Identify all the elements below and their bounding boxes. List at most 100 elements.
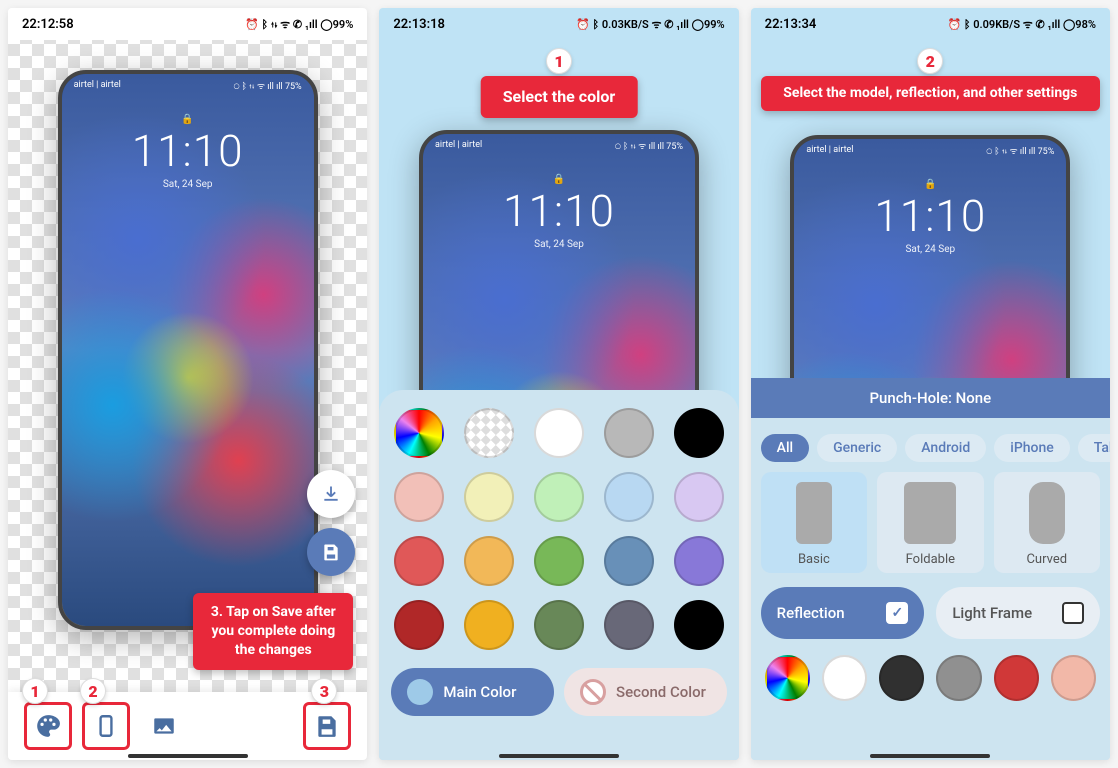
light-frame-toggle[interactable]: Light Frame xyxy=(936,587,1100,639)
reflection-toggle[interactable]: Reflection ✓ xyxy=(761,587,925,639)
color-swatch[interactable] xyxy=(534,536,584,586)
save-button[interactable] xyxy=(305,704,349,748)
mockup-carrier: airtel | airtel xyxy=(435,140,482,150)
step-badge: 2 xyxy=(917,48,943,74)
status-bar: 22:13:34 ⏰ ᛒ 0.09KB/S ᯤ ✆ ₁ıll ◯98% xyxy=(751,8,1110,40)
step-badge-2: 2 xyxy=(80,678,106,704)
main-color-button[interactable]: Main Color xyxy=(391,668,554,716)
main-color-label: Main Color xyxy=(443,683,516,701)
frame-color-swatch[interactable] xyxy=(936,655,981,701)
mockup-time: 11:10 xyxy=(62,125,314,177)
frame-color-swatch[interactable] xyxy=(994,655,1039,701)
filter-chip[interactable]: Generic xyxy=(817,434,897,462)
screen-model-settings: 22:13:34 ⏰ ᛒ 0.09KB/S ᯤ ✆ ₁ıll ◯98% 2 Se… xyxy=(751,8,1110,760)
color-swatch[interactable] xyxy=(674,408,724,458)
model-card[interactable]: Curved xyxy=(994,472,1100,573)
filter-chip[interactable]: Android xyxy=(905,434,986,462)
model-label: Basic xyxy=(798,552,830,567)
model-card[interactable]: Basic xyxy=(761,472,867,573)
settings-panel: Punch-Hole: None All Generic Android iPhone… xyxy=(751,378,1110,760)
filter-chip[interactable]: iPhone xyxy=(994,434,1070,462)
model-label: Foldable xyxy=(906,552,955,567)
status-icons: ⏰ ᛒ 0.09KB/S ᯤ ✆ ₁ıll ◯98% xyxy=(947,17,1096,32)
color-swatch[interactable] xyxy=(534,600,584,650)
mockup-status-bar: airtel | airtel ◯ ᛒ ⇅ ᯤ ıll ıll 75% xyxy=(423,134,695,156)
status-icons: ⏰ ᛒ ⇅ ᯤ ✆ ₁ıll ◯99% xyxy=(245,17,353,32)
model-icon xyxy=(796,482,832,544)
mockup-date: Sat, 24 Sep xyxy=(423,239,695,250)
mockup-time: 11:10 xyxy=(423,185,695,237)
device-button[interactable] xyxy=(84,704,128,748)
mockup-carrier: airtel | airtel xyxy=(806,145,853,155)
frame-color-swatch[interactable] xyxy=(879,655,924,701)
model-row: Basic Foldable Curved xyxy=(751,472,1110,587)
model-icon xyxy=(1029,482,1065,544)
filter-chip[interactable]: All xyxy=(761,434,809,462)
status-time: 22:13:18 xyxy=(393,17,445,32)
second-color-button[interactable]: Second Color xyxy=(564,668,727,716)
mockup-date: Sat, 24 Sep xyxy=(62,179,314,190)
image-button[interactable] xyxy=(142,704,186,748)
color-swatch[interactable] xyxy=(464,472,514,522)
mockup-carrier: airtel | airtel xyxy=(74,80,121,90)
frame-color-row xyxy=(751,655,1110,701)
status-bar: 22:13:18 ⏰ ᛒ 0.03KB/S ᯤ ✆ ₁ıll ◯99% xyxy=(379,8,738,40)
color-swatch[interactable] xyxy=(534,472,584,522)
second-color-dot xyxy=(580,679,606,705)
reflection-label: Reflection xyxy=(777,604,845,622)
color-swatch[interactable] xyxy=(604,408,654,458)
save-fab-button[interactable] xyxy=(307,528,355,576)
color-swatch[interactable] xyxy=(534,408,584,458)
second-color-label: Second Color xyxy=(616,683,706,701)
status-time: 22:13:34 xyxy=(765,17,817,32)
color-swatch[interactable] xyxy=(674,536,724,586)
status-icons: ⏰ ᛒ 0.03KB/S ᯤ ✆ ₁ıll ◯99% xyxy=(576,17,725,32)
color-swatch[interactable] xyxy=(604,472,654,522)
fab-column xyxy=(307,470,355,576)
mockup-time: 11:10 xyxy=(794,190,1066,242)
model-icon xyxy=(904,482,956,544)
color-swatch[interactable] xyxy=(464,536,514,586)
screen-edit: 22:12:58 ⏰ ᛒ ⇅ ᯤ ✆ ₁ıll ◯99% airtel | ai… xyxy=(8,8,367,760)
mockup-lockscreen: 🔒 11:10 Sat, 24 Sep xyxy=(62,114,314,190)
swatch-grid xyxy=(391,408,726,650)
download-button[interactable] xyxy=(307,470,355,518)
frame-color-swatch[interactable] xyxy=(1051,655,1096,701)
color-swatch[interactable] xyxy=(394,408,444,458)
callout-save: 3. Tap on Save after you complete doing … xyxy=(193,593,353,670)
model-card[interactable]: Foldable xyxy=(877,472,983,573)
mockup-lockscreen: 🔒 11:10 Sat, 24 Sep xyxy=(423,174,695,250)
color-swatch[interactable] xyxy=(604,536,654,586)
main-color-dot xyxy=(407,679,433,705)
color-swatch[interactable] xyxy=(674,600,724,650)
callout-color: Select the color xyxy=(481,76,638,118)
status-time: 22:12:58 xyxy=(22,17,74,32)
color-swatch[interactable] xyxy=(394,600,444,650)
step-badge: 1 xyxy=(546,48,572,74)
checkbox-on-icon: ✓ xyxy=(886,602,908,624)
color-swatch[interactable] xyxy=(394,472,444,522)
color-swatch[interactable] xyxy=(674,472,724,522)
mockup-lockscreen: 🔒 11:10 Sat, 24 Sep xyxy=(794,179,1066,255)
lock-icon: 🔒 xyxy=(62,114,314,125)
nav-pill xyxy=(870,754,990,758)
mockup-date: Sat, 24 Sep xyxy=(794,244,1066,255)
frame-color-swatch[interactable] xyxy=(765,655,810,701)
color-swatch[interactable] xyxy=(464,408,514,458)
frame-color-swatch[interactable] xyxy=(822,655,867,701)
chip-row: All Generic Android iPhone Tablet xyxy=(751,420,1110,472)
nav-pill xyxy=(499,754,619,758)
color-swatch[interactable] xyxy=(394,536,444,586)
color-swatch[interactable] xyxy=(604,600,654,650)
model-label: Curved xyxy=(1026,552,1067,567)
light-frame-label: Light Frame xyxy=(952,604,1032,622)
filter-chip[interactable]: Tablet xyxy=(1078,434,1110,462)
checkbox-off-icon xyxy=(1062,602,1084,624)
status-bar: 22:12:58 ⏰ ᛒ ⇅ ᯤ ✆ ₁ıll ◯99% xyxy=(8,8,367,40)
punch-hole-bar[interactable]: Punch-Hole: None xyxy=(751,378,1110,418)
mockup-status-bar: airtel | airtel ◯ ᛒ ⇅ ᯤ ıll ıll 75% xyxy=(794,139,1066,161)
color-swatch[interactable] xyxy=(464,600,514,650)
nav-pill xyxy=(128,754,248,758)
palette-button[interactable] xyxy=(26,704,70,748)
phone-mockup[interactable]: airtel | airtel ◯ ᛒ ⇅ ᯤ ıll ıll 75% 🔒 11… xyxy=(58,70,318,630)
